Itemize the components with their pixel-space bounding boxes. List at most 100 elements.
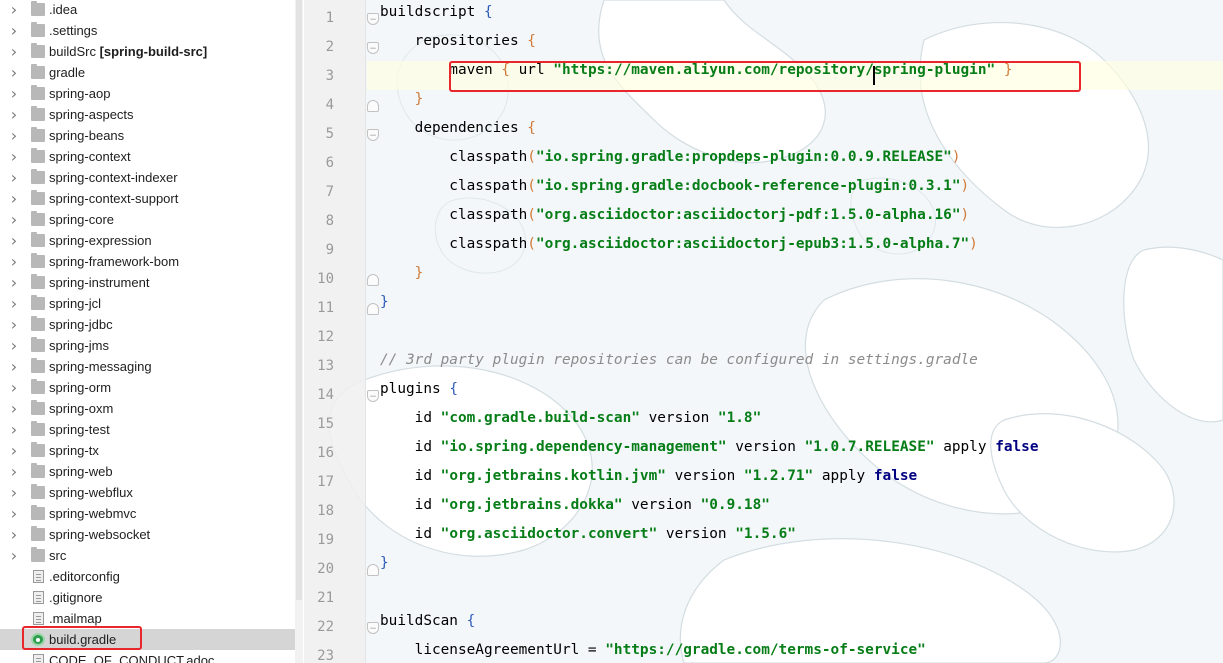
tree-item[interactable]: .editorconfig [0,566,295,587]
tree-item[interactable]: › spring-tx [0,440,295,461]
code-line[interactable]: plugins { [380,381,458,410]
chevron-right-icon[interactable]: › [9,524,19,545]
tree-item[interactable]: › spring-oxm [0,398,295,419]
line-number: 1 [325,10,334,26]
code-line[interactable]: id "io.spring.dependency-management" ver… [380,439,1039,468]
code-line[interactable]: } [380,265,424,294]
chevron-right-icon[interactable]: › [9,335,19,356]
tree-item[interactable]: › spring-context-support [0,188,295,209]
tree-item[interactable]: › spring-instrument [0,272,295,293]
tree-item[interactable]: › spring-webflux [0,482,295,503]
code-editor[interactable]: 1 2 3 4 5 6 7 8 9 10 11 12 13 14 15 16 17 18 19 20 21 22 23 − −… [304,0,1223,663]
fold-collapse-icon[interactable]: − [367,622,379,634]
chevron-right-icon[interactable]: › [9,461,19,482]
chevron-right-icon[interactable]: › [9,398,19,419]
code-line[interactable]: } [380,555,389,584]
code-token: "io.spring.gradle:docbook-reference-plug… [535,178,961,194]
code-line[interactable]: classpath("io.spring.gradle:propdeps-plu… [380,149,960,178]
tree-item[interactable]: › spring-aop [0,83,295,104]
tree-item-label: src [49,548,67,563]
code-line[interactable]: // 3rd party plugin repositories can be … [380,352,978,381]
code-line[interactable]: maven { url "https://maven.aliyun.com/re… [380,62,1012,91]
tree-item[interactable]: › spring-webmvc [0,503,295,524]
tree-item[interactable]: › spring-test [0,419,295,440]
fold-end-icon[interactable] [367,100,379,112]
text-file-icon [33,612,44,625]
tree-item[interactable]: › buildSrc [spring-build-src] [0,41,295,62]
line-number: 22 [317,619,334,635]
tree-item[interactable]: .gitignore [0,587,295,608]
tree-item[interactable]: build.gradle [0,629,303,650]
chevron-right-icon[interactable]: › [9,83,19,104]
tree-item[interactable]: › .idea [0,0,295,20]
code-line[interactable]: buildscript { [380,4,493,33]
tree-item[interactable]: › spring-core [0,209,295,230]
tree-item[interactable]: › spring-expression [0,230,295,251]
chevron-right-icon[interactable]: › [9,293,19,314]
code-line[interactable]: id "org.jetbrains.dokka" version "0.9.18… [380,497,770,526]
chevron-right-icon[interactable]: › [9,188,19,209]
code-line[interactable]: classpath("org.asciidoctor:asciidoctorj-… [380,236,978,265]
chevron-right-icon[interactable]: › [9,272,19,293]
tree-item[interactable]: › spring-beans [0,125,295,146]
line-number-gutter: 1 2 3 4 5 6 7 8 9 10 11 12 13 14 15 16 17 18 19 20 21 22 23 [304,0,366,663]
code-line[interactable]: } [380,294,389,323]
project-tree-scrollbar-thumb[interactable] [296,0,302,600]
code-line[interactable]: } [380,91,424,120]
chevron-right-icon[interactable]: › [9,419,19,440]
fold-end-icon[interactable] [367,303,379,315]
chevron-right-icon[interactable]: › [9,251,19,272]
code-token: "org.asciidoctor:asciidoctorj-pdf:1.5.0-… [535,207,961,223]
chevron-right-icon[interactable]: › [9,209,19,230]
code-line[interactable]: buildScan { [380,613,475,642]
code-line[interactable]: id "org.asciidoctor.convert" version "1.… [380,526,796,555]
chevron-right-icon[interactable]: › [9,104,19,125]
tree-item[interactable]: › spring-context-indexer [0,167,295,188]
tree-item[interactable]: › spring-messaging [0,356,295,377]
chevron-right-icon[interactable]: › [9,146,19,167]
tree-item[interactable]: CODE_OF_CONDUCT.adoc [0,650,295,663]
tree-item[interactable]: › spring-framework-bom [0,251,295,272]
chevron-right-icon[interactable]: › [9,41,19,62]
fold-collapse-icon[interactable]: − [367,13,379,25]
chevron-right-icon[interactable]: › [9,440,19,461]
code-line[interactable]: classpath("org.asciidoctor:asciidoctorj-… [380,207,969,236]
fold-end-icon[interactable] [367,274,379,286]
chevron-right-icon[interactable]: › [9,167,19,188]
tree-item[interactable]: › spring-jdbc [0,314,295,335]
code-line[interactable]: dependencies { [380,120,536,149]
code-line[interactable]: id "com.gradle.build-scan" version "1.8" [380,410,762,439]
code-line[interactable]: licenseAgreementUrl = "https://gradle.co… [380,642,926,663]
code-line[interactable]: classpath("io.spring.gradle:docbook-refe… [380,178,969,207]
tree-item[interactable]: › spring-aspects [0,104,295,125]
tree-item[interactable]: › gradle [0,62,295,83]
tree-item[interactable]: › spring-jcl [0,293,295,314]
project-tree-scrollbar[interactable] [295,0,303,663]
code-line[interactable]: repositories { [380,33,536,62]
chevron-right-icon[interactable]: › [9,356,19,377]
chevron-right-icon[interactable]: › [9,377,19,398]
fold-collapse-icon[interactable]: − [367,390,379,402]
tree-item[interactable]: › spring-jms [0,335,295,356]
fold-collapse-icon[interactable]: − [367,42,379,54]
chevron-right-icon[interactable]: › [9,314,19,335]
chevron-right-icon[interactable]: › [9,0,19,20]
tree-item[interactable]: › .settings [0,20,295,41]
tree-item[interactable]: › src [0,545,295,566]
code-token: "1.2.71" [743,468,814,484]
tree-item[interactable]: › spring-context [0,146,295,167]
chevron-right-icon[interactable]: › [9,503,19,524]
fold-end-icon[interactable] [367,564,379,576]
tree-item[interactable]: › spring-orm [0,377,295,398]
chevron-right-icon[interactable]: › [9,62,19,83]
chevron-right-icon[interactable]: › [9,20,19,41]
chevron-right-icon[interactable]: › [9,482,19,503]
chevron-right-icon[interactable]: › [9,125,19,146]
tree-item[interactable]: › spring-web [0,461,295,482]
chevron-right-icon[interactable]: › [9,545,19,566]
chevron-right-icon[interactable]: › [9,230,19,251]
tree-item[interactable]: › spring-websocket [0,524,295,545]
code-line[interactable]: id "org.jetbrains.kotlin.jvm" version "1… [380,468,918,497]
tree-item[interactable]: .mailmap [0,608,295,629]
fold-collapse-icon[interactable]: − [367,129,379,141]
